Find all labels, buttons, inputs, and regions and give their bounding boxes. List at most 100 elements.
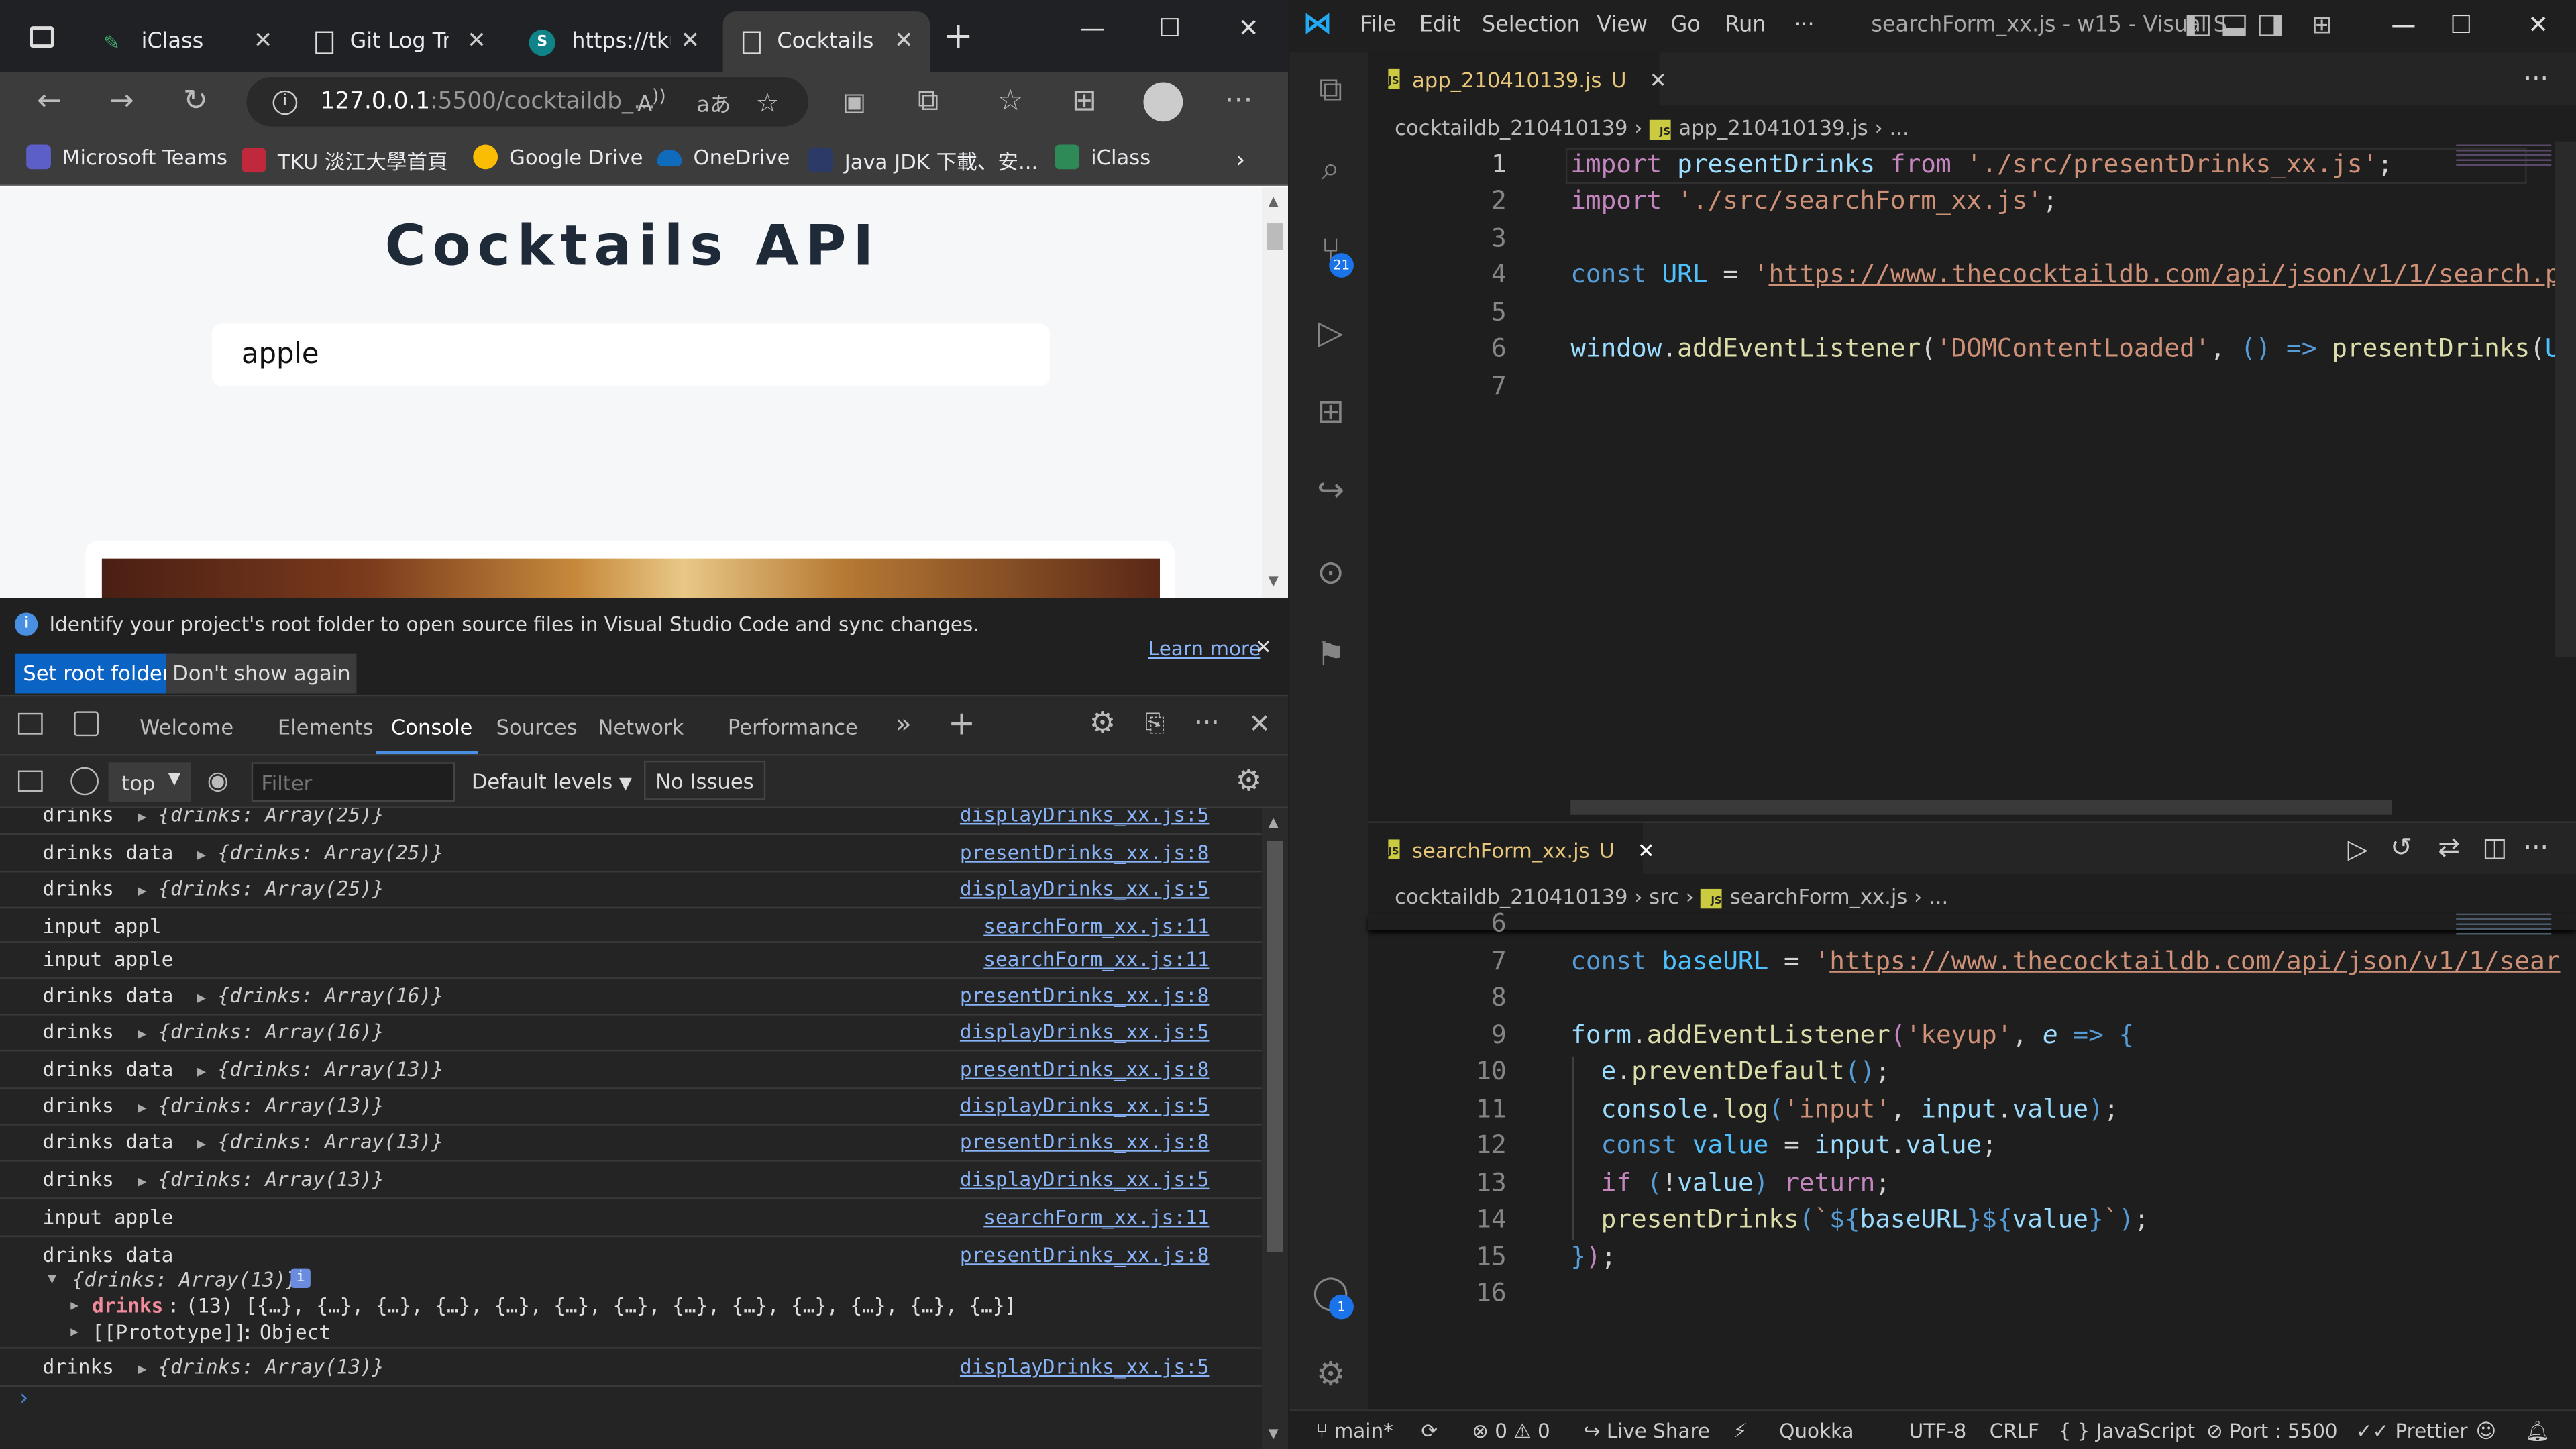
console-row[interactable]: drinks ▶ {drinks: Array(13)} displayDrink… [0,1089,1262,1126]
source-link[interactable]: searchForm_xx.js:11 [983,915,1209,938]
quokka-status[interactable]: Quokka [1779,1419,1854,1442]
scroll-down-icon[interactable]: ▼ [1269,1426,1279,1441]
back-icon[interactable]: ← [30,82,69,121]
translate-icon[interactable]: aあ [696,87,731,117]
favorite-item[interactable]: OneDrive [657,145,790,169]
feedback-icon[interactable]: ☺ [2476,1419,2497,1442]
learn-more-link[interactable]: Learn more [1148,637,1261,660]
run-icon[interactable]: ▷ [2348,833,2368,865]
split-editor-icon[interactable]: ◫ [2482,831,2507,863]
expand-triangle-icon[interactable]: ▶ [70,1324,78,1339]
more-menu-icon[interactable]: ··· [1219,82,1258,121]
extensions-icon[interactable]: ⊞ [1309,391,1352,434]
source-link[interactable]: displayDrinks_xx.js:5 [960,1020,1210,1043]
tab-network[interactable]: Network [598,714,684,739]
live-share-status[interactable]: ↪ Live Share [1584,1419,1710,1442]
source-link[interactable]: displayDrinks_xx.js:5 [960,877,1210,900]
close-icon[interactable]: ✕ [894,28,914,54]
editor1-code[interactable]: 1 2 3 4 5 6 7 import presentDrinks from … [1368,148,2576,815]
source-link[interactable]: searchForm_xx.js:11 [983,1206,1209,1229]
toggle-panel-icon[interactable] [2222,15,2246,36]
explorer-icon[interactable]: ⧉ [1309,69,1352,112]
expand-triangle-icon[interactable]: ▶ [197,991,206,1007]
maximize-button[interactable]: ☐ [1137,13,1203,43]
prettier-status[interactable]: ✓✓ Prettier [2356,1419,2468,1442]
tab-cocktails[interactable]: Cocktails ✕ [722,11,930,72]
favorite-item[interactable]: TKU 淡江大學首頁 [241,145,448,176]
scroll-thumb[interactable] [1267,223,1283,250]
sidebar-toggle-icon[interactable] [17,770,43,792]
scroll-down-icon[interactable]: ▼ [1269,574,1279,588]
favorite-item[interactable]: iClass [1055,144,1150,170]
source-link[interactable]: displayDrinks_xx.js:5 [960,808,1210,826]
console-row[interactable]: drinks data ▶ {drinks: Array(25)} present… [0,837,1262,873]
tab-elements[interactable]: Elements [278,714,374,739]
inspect-icon[interactable] [17,712,43,735]
expand-triangle-icon[interactable]: ▶ [138,1175,146,1191]
menu-view[interactable]: View [1597,13,1648,38]
tab-git-log[interactable]: Git Log Tra ✕ [296,11,503,72]
console-row[interactable]: drinks data ▶ {drinks: Array(13)} present… [0,1126,1262,1162]
sync-icon[interactable]: ⟳ [1421,1419,1438,1442]
console-row[interactable]: drinks ▶ {drinks: Array(25)} displayDrink… [0,872,1262,909]
minimize-button[interactable]: — [1060,13,1126,43]
console-scrollbar[interactable]: ▲ ▼ [1261,808,1289,1449]
filter-input[interactable] [251,762,455,802]
source-link[interactable]: displayDrinks_xx.js:5 [960,1094,1210,1117]
close-icon[interactable]: ✕ [467,28,486,54]
minimize-button[interactable]: — [2371,10,2436,40]
scroll-up-icon[interactable]: ▲ [1269,194,1279,209]
run-debug-icon[interactable]: ▷ [1309,312,1352,355]
expand-triangle-icon[interactable]: ▶ [138,810,146,826]
console-prompt-icon[interactable]: › [19,1387,28,1411]
close-icon[interactable]: ✕ [1650,66,1667,91]
menu-edit[interactable]: Edit [1419,13,1461,38]
new-tab-button[interactable]: + [943,16,973,57]
console-row[interactable]: drinks ▶ {drinks: Array(13)} displayDrin… [0,1350,1262,1387]
console-row[interactable]: drinks ▶ {drinks: Array(13)} displayDrink… [0,1163,1262,1199]
dont-show-again-button[interactable]: Don't show again [166,653,358,694]
toggle-secondary-sidebar-icon[interactable] [2259,15,2282,36]
expand-triangle-icon[interactable]: ▶ [70,1298,78,1313]
more-actions-icon[interactable]: ··· [2524,62,2548,94]
menu-file[interactable]: File [1360,13,1396,38]
reload-icon[interactable]: ↻ [176,82,215,121]
expand-triangle-icon[interactable]: ▶ [197,1137,206,1153]
console-expanded-row[interactable]: drinks data presentDrinks_xx.js:8 ▼ {dri… [0,1239,1262,1349]
console-row[interactable]: input appl searchForm_xx.js:11 [0,910,1262,943]
favorite-item[interactable]: Google Drive [473,144,643,170]
console-row[interactable]: input apple searchForm_xx.js:11 [0,1201,1262,1238]
close-icon[interactable]: ✕ [1255,636,1272,659]
encoding-status[interactable]: UTF-8 [1909,1419,1967,1442]
console-row[interactable]: drinks data ▶ {drinks: Array(13)} present… [0,1053,1262,1089]
problems-status[interactable]: ⊗ 0 ⚠ 0 [1472,1419,1550,1442]
add-tab-icon[interactable]: + [948,703,975,743]
url-field[interactable]: i 127.0.0.1:5500/cocktaildb_... A)) aあ ☆ [246,77,808,127]
menu-more[interactable]: ··· [1794,13,1814,38]
extensions-icon[interactable]: ⧉ [908,82,948,121]
tab-performance[interactable]: Performance [728,714,858,739]
git-graph-icon[interactable]: ⊙ [1309,552,1352,595]
tab-welcome[interactable]: Welcome [140,714,233,739]
tab-sources[interactable]: Sources [496,714,578,739]
eol-status[interactable]: CRLF [1990,1419,2039,1442]
manage-gear-icon[interactable]: ⚙ [1309,1354,1352,1397]
expand-triangle-icon[interactable]: ▶ [138,1101,146,1117]
close-icon[interactable]: ✕ [254,28,273,54]
clear-console-icon[interactable] [70,767,99,796]
favorites-icon[interactable]: ☆ [991,82,1030,121]
tab-searchform-js[interactable]: JS searchForm_xx.js U ✕ [1368,822,1655,876]
console-settings-icon[interactable]: ⚙ [1236,764,1263,798]
favorite-add-icon[interactable]: ☆ [756,87,780,118]
favorite-item[interactable]: Microsoft Teams [26,144,227,170]
source-link[interactable]: displayDrinks_xx.js:5 [960,1168,1210,1191]
page-scrollbar[interactable]: ▲ ▼ [1261,187,1289,598]
search-input[interactable] [211,323,1050,386]
console-row[interactable]: drinks ▶ {drinks: Array(25)} displayDrink… [0,808,1262,835]
source-link[interactable]: presentDrinks_xx.js:8 [960,1058,1210,1081]
set-root-folder-button[interactable]: Set root folder [15,653,179,694]
menu-go[interactable]: Go [1671,13,1701,38]
customize-layout-icon[interactable]: ⊞ [2312,10,2332,40]
minimap[interactable] [2456,913,2552,936]
notifications-icon[interactable]: 🔔︎ [2525,1419,2550,1442]
